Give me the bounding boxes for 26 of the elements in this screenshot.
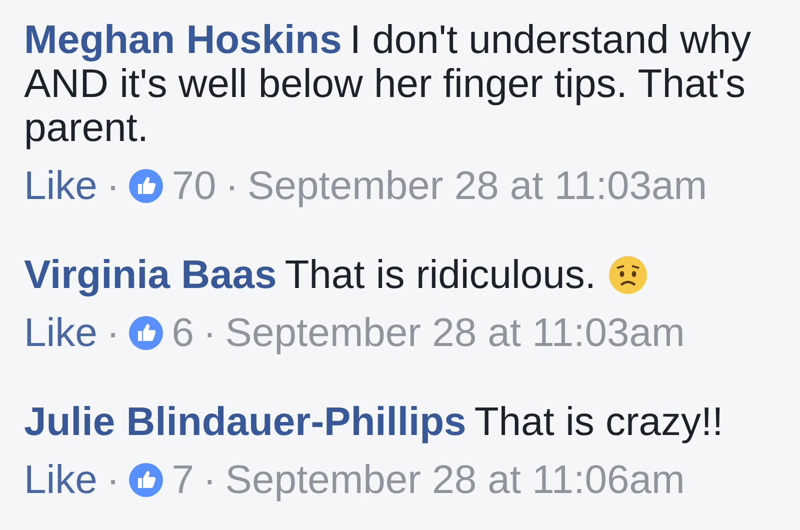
like-link[interactable]: Like xyxy=(24,164,98,208)
like-icon xyxy=(128,463,163,497)
timestamp-link[interactable]: September 28 at 11:03am xyxy=(248,164,708,208)
comment-text: That is crazy!! xyxy=(474,400,724,444)
like-icon xyxy=(128,169,163,203)
separator: · xyxy=(106,164,120,208)
comment-text: I don't understand why xyxy=(350,18,752,62)
like-link[interactable]: Like xyxy=(24,311,98,355)
separator: · xyxy=(202,311,216,355)
like-count: 7 xyxy=(172,458,194,502)
comment-text: parent. xyxy=(24,106,149,150)
separator: · xyxy=(106,311,120,355)
like-count: 70 xyxy=(172,164,216,208)
author-name[interactable]: Julie Blindauer-Phillips xyxy=(24,400,466,444)
like-icon xyxy=(128,316,163,350)
comment-text: AND it's well below her finger tips. That's xyxy=(24,62,746,106)
comment-text: That is ridiculous. xyxy=(284,253,596,297)
like-count: 6 xyxy=(172,311,194,355)
separator: · xyxy=(225,164,239,208)
separator: · xyxy=(106,458,120,502)
timestamp-link[interactable]: September 28 at 11:06am xyxy=(225,458,685,502)
author-name[interactable]: Virginia Baas xyxy=(24,253,277,297)
author-name[interactable]: Meghan Hoskins xyxy=(24,18,342,62)
separator: · xyxy=(202,458,216,502)
timestamp-link[interactable]: September 28 at 11:03am xyxy=(225,311,685,355)
like-link[interactable]: Like xyxy=(24,458,98,502)
